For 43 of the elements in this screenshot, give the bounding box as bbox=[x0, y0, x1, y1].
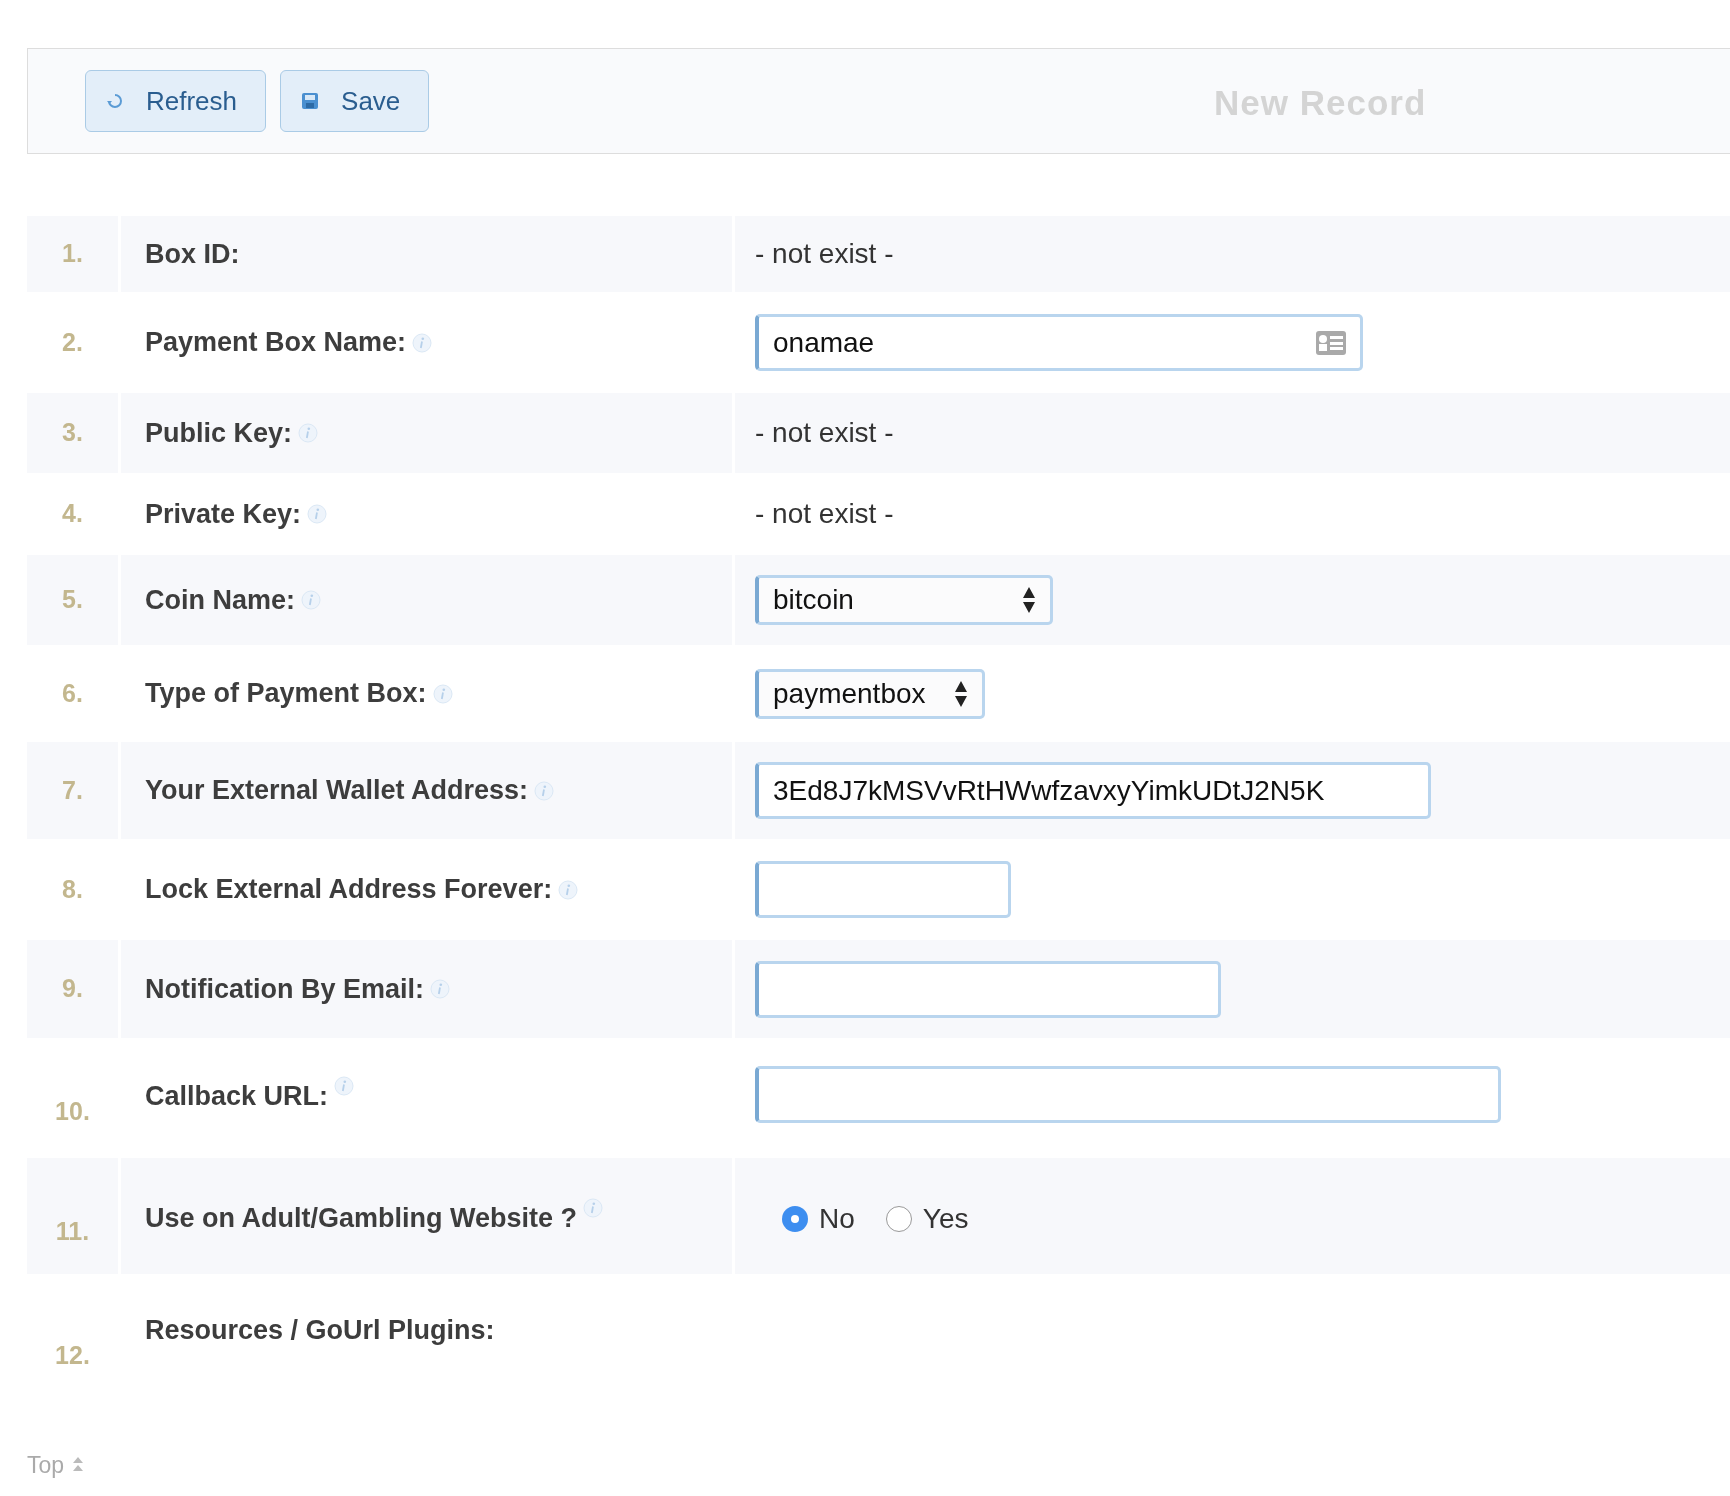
row-number: 2. bbox=[62, 326, 83, 358]
row-number: 6. bbox=[62, 677, 83, 709]
radio-icon bbox=[781, 1205, 809, 1233]
refresh-icon bbox=[106, 92, 124, 110]
row-number: 9. bbox=[62, 973, 83, 1005]
select-dropdown[interactable]: bitcoin bbox=[755, 575, 1053, 625]
field-label: Notification By Email: bbox=[145, 972, 425, 1006]
row-number: 8. bbox=[62, 873, 83, 905]
refresh-button[interactable]: Refresh bbox=[85, 70, 267, 132]
updown-arrows-icon bbox=[1022, 586, 1036, 614]
select-dropdown[interactable]: paymentbox bbox=[755, 668, 985, 719]
radio-option[interactable]: No bbox=[781, 1198, 855, 1240]
input-field[interactable]: onamae bbox=[755, 314, 1363, 371]
field-label: Lock External Address Forever: bbox=[145, 873, 553, 907]
radio-icon bbox=[884, 1205, 913, 1233]
field-value: - not exist - bbox=[755, 497, 894, 531]
field-label: Box ID: bbox=[145, 237, 240, 271]
row-number: 3. bbox=[62, 417, 83, 449]
field-value: - not exist - bbox=[755, 416, 894, 450]
input-field[interactable]: 3Ed8J7kMSVvRtHWwfzavxyYimkUDtJ2N5K bbox=[755, 762, 1431, 819]
row-number: 7. bbox=[62, 774, 83, 806]
row-number: 10. bbox=[55, 1095, 90, 1127]
field-label: Private Key: bbox=[145, 497, 302, 531]
save-button[interactable]: Save bbox=[280, 70, 430, 132]
field-label: Type of Payment Box: bbox=[145, 677, 427, 711]
field-label: Public Key: bbox=[145, 416, 293, 450]
input-field[interactable] bbox=[755, 861, 1011, 918]
field-label: Your External Wallet Address: bbox=[145, 774, 529, 808]
row-number: 5. bbox=[62, 584, 83, 616]
input-field[interactable] bbox=[755, 960, 1221, 1018]
row-number: 11. bbox=[55, 1215, 90, 1247]
field-label: Use on Adult/Gambling Website ? bbox=[145, 1202, 578, 1235]
radio-option[interactable]: Yes bbox=[884, 1198, 969, 1240]
field-label: Coin Name: bbox=[145, 583, 296, 617]
field-value: - not exist - bbox=[755, 237, 894, 271]
row-number: 12. bbox=[55, 1339, 90, 1371]
input-field[interactable] bbox=[755, 1066, 1501, 1123]
updown-arrows-icon bbox=[954, 679, 968, 708]
field-label: Resources / GoUrl Plugins: bbox=[145, 1314, 495, 1347]
field-label: Payment Box Name: bbox=[145, 326, 407, 360]
row-number: 1. bbox=[62, 238, 83, 270]
field-label: Callback URL: bbox=[145, 1080, 329, 1113]
row-number: 4. bbox=[62, 498, 83, 530]
